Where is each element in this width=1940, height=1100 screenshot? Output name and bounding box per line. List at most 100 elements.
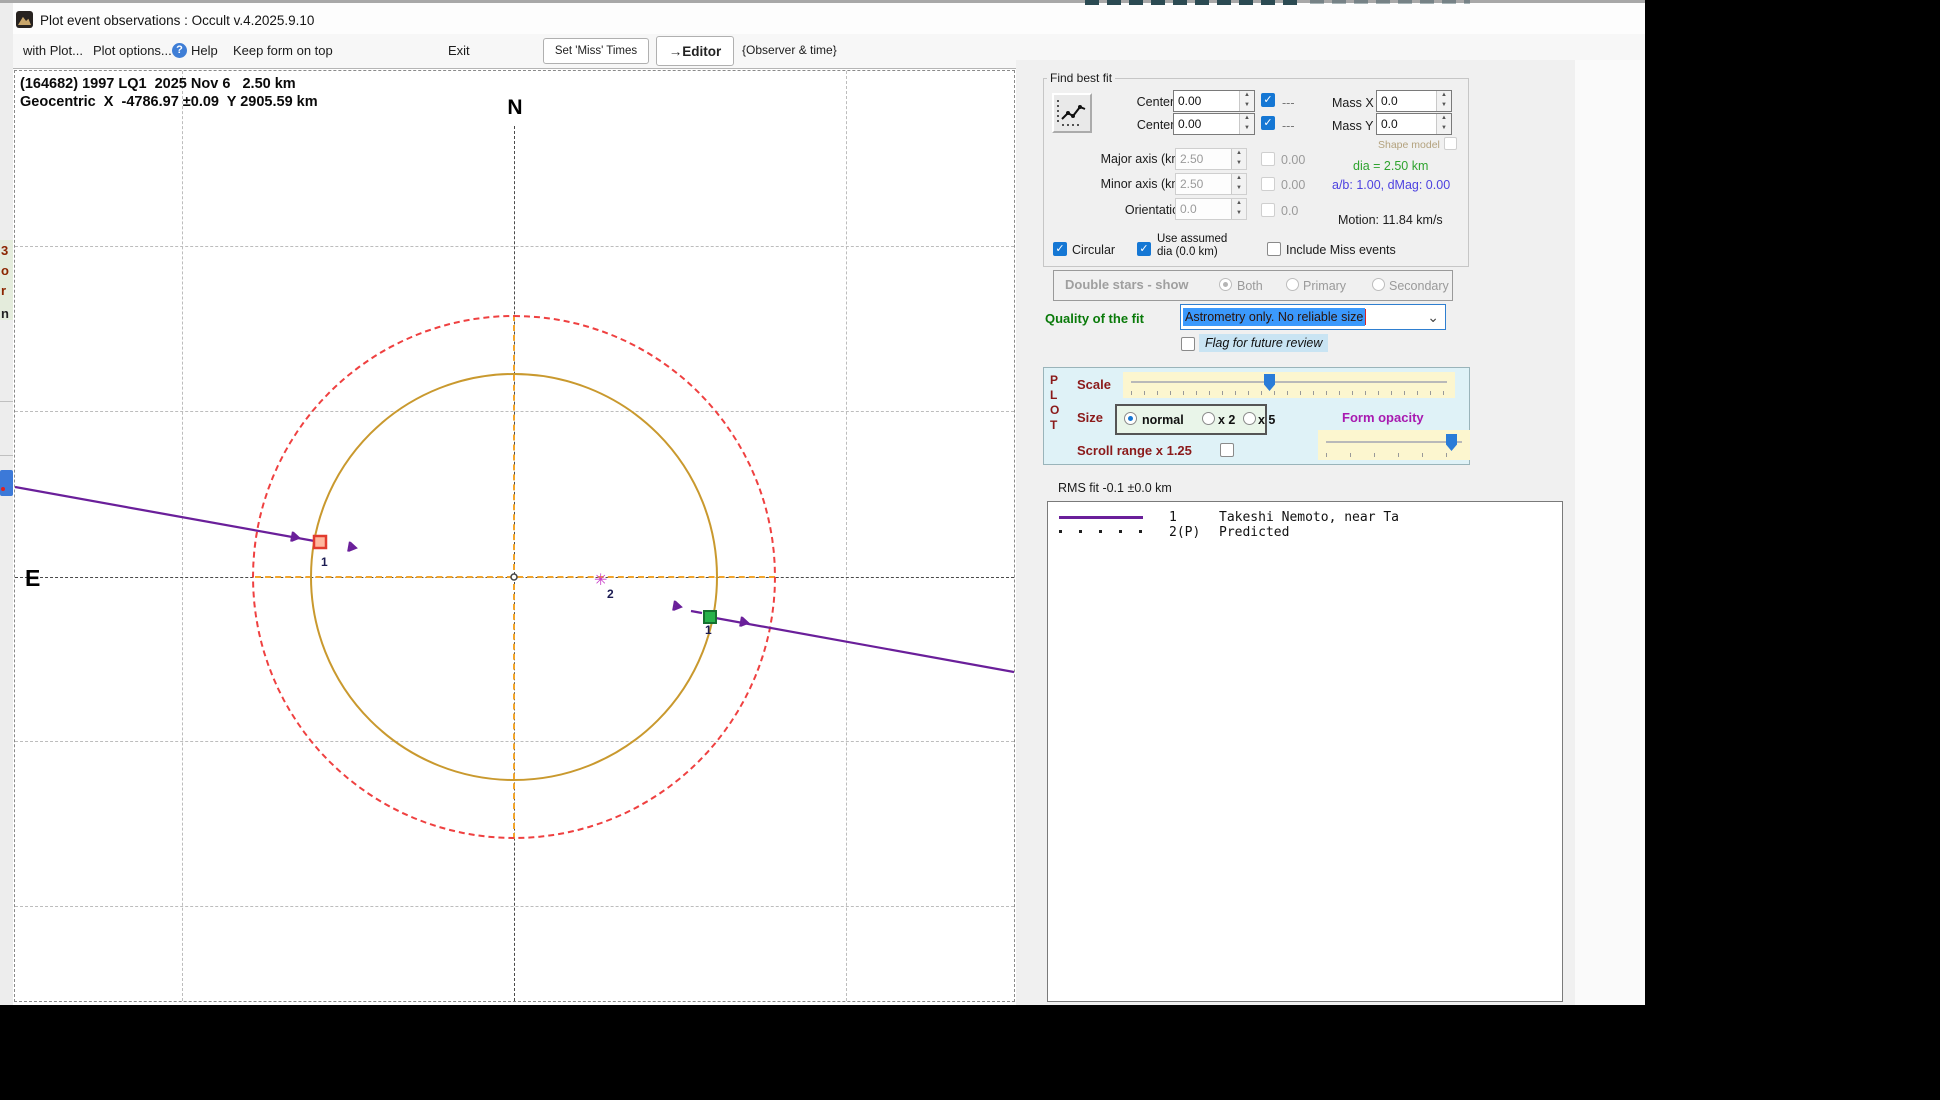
text-caret	[1365, 309, 1367, 325]
chord1-label: 1	[705, 623, 712, 637]
include-miss-checkbox[interactable]	[1267, 242, 1281, 256]
menu-exit[interactable]: Exit	[448, 43, 470, 58]
observation-number: 2(P)	[1169, 525, 1201, 540]
radio-both[interactable]	[1219, 278, 1232, 291]
center-x-checkbox[interactable]: ✓	[1261, 93, 1275, 107]
form-opacity-slider[interactable]	[1318, 430, 1470, 460]
circular-checkbox[interactable]: ✓	[1053, 242, 1067, 256]
shape-model-checkbox[interactable]	[1444, 137, 1457, 150]
slider-ticks	[1326, 453, 1462, 457]
error-bar-arrow-icon	[672, 600, 683, 611]
minor-axis-checkbox[interactable]	[1261, 177, 1275, 191]
spin-up-icon[interactable]: ▲	[1232, 174, 1246, 184]
plot-canvas[interactable]: 1 1 ✳ 2 (164682) 1997 LQ1 2025 Nov 6 2.5…	[14, 70, 1015, 1002]
plot-letter-t: T	[1050, 418, 1058, 432]
spin-down-icon[interactable]: ▼	[1240, 124, 1254, 134]
reappearance-marker[interactable]	[703, 610, 717, 624]
menu-help[interactable]: Help	[191, 43, 218, 58]
use-assumed-checkbox[interactable]: ✓	[1137, 242, 1151, 256]
center-y-input[interactable]: 0.00 ▲ ▼	[1173, 113, 1255, 135]
size-x2-radio[interactable]	[1202, 412, 1215, 425]
scroll-range-checkbox[interactable]	[1220, 443, 1234, 457]
menu-keep-form-on-top[interactable]: Keep form on top	[233, 43, 333, 58]
quality-combobox[interactable]: Astrometry only. No reliable size ⌄	[1180, 304, 1446, 330]
menu-with-plot[interactable]: with Plot...	[23, 43, 83, 58]
mass-y-label: Mass Y	[1332, 119, 1374, 133]
chart-icon	[1057, 100, 1086, 126]
disappearance-marker[interactable]	[312, 534, 328, 550]
mass-y-value: 0.0	[1381, 117, 1398, 131]
quality-value: Astrometry only. No reliable size	[1183, 308, 1366, 326]
flag-review-checkbox[interactable]	[1181, 337, 1195, 351]
mass-x-input[interactable]: 0.0 ▲ ▼	[1376, 90, 1452, 112]
major-axis-checkbox[interactable]	[1261, 152, 1275, 166]
app-icon	[16, 11, 33, 28]
spin-up-icon[interactable]: ▲	[1437, 114, 1451, 124]
spin-up-icon[interactable]: ▲	[1240, 114, 1254, 124]
error-bar-arrow-icon	[739, 616, 750, 627]
size-normal-radio[interactable]	[1124, 412, 1137, 425]
mass-x-spinner[interactable]: ▲ ▼	[1436, 91, 1451, 111]
fragment-text: 3	[1, 243, 9, 258]
mass-x-label: Mass X	[1332, 96, 1374, 110]
orientation-input[interactable]: 0.0 ▲ ▼	[1175, 198, 1247, 220]
spin-down-icon[interactable]: ▼	[1232, 184, 1246, 194]
orientation-spinner[interactable]: ▲ ▼	[1231, 199, 1246, 219]
slider-track[interactable]	[1326, 441, 1462, 443]
observer-time-label[interactable]: {Observer & time}	[742, 43, 837, 57]
spin-down-icon[interactable]: ▼	[1232, 159, 1246, 169]
fragment-text: n	[1, 306, 9, 321]
spin-up-icon[interactable]: ▲	[1232, 199, 1246, 209]
chord1-label: 1	[321, 555, 328, 569]
title-bar[interactable]: Plot event observations : Occult v.4.202…	[0, 3, 1645, 34]
major-axis-label: Major axis (km)	[1100, 152, 1186, 166]
plot-center-marker	[510, 573, 518, 581]
help-icon[interactable]: ?	[172, 43, 187, 58]
orientation-checkbox[interactable]	[1261, 203, 1275, 217]
radio-secondary[interactable]	[1372, 278, 1385, 291]
error-bar-arrow-icon	[347, 541, 358, 552]
major-axis-spinner[interactable]: ▲ ▼	[1231, 149, 1246, 169]
mass-y-input[interactable]: 0.0 ▲ ▼	[1376, 113, 1452, 135]
menu-plot-options[interactable]: Plot options...	[93, 43, 172, 58]
spin-up-icon[interactable]: ▲	[1240, 91, 1254, 101]
observations-list[interactable]: 1 Takeshi Nemoto, near Ta 2(P) Predicted	[1047, 501, 1563, 1002]
spin-up-icon[interactable]: ▲	[1437, 91, 1451, 101]
center-x-spinner[interactable]: ▲ ▼	[1239, 91, 1254, 111]
fit-panel: Find best fit Center X 0.00 ▲ ▼ ✓ --- Mas…	[1016, 60, 1645, 1005]
set-miss-times-button[interactable]: Set 'Miss' Times	[543, 38, 649, 64]
legend-line-solid	[1059, 516, 1143, 519]
fragment-text: r	[1, 283, 7, 298]
size-x5-radio[interactable]	[1243, 412, 1256, 425]
major-axis-input[interactable]: 2.50 ▲ ▼	[1175, 148, 1247, 170]
fit-chart-button[interactable]	[1052, 93, 1092, 133]
circular-label: Circular	[1072, 243, 1116, 257]
slider-thumb[interactable]	[1264, 374, 1275, 391]
fragment-text: o	[1, 263, 9, 278]
radio-primary-label: Primary	[1303, 279, 1347, 293]
editor-button[interactable]: →Editor	[656, 36, 734, 66]
spin-down-icon[interactable]: ▼	[1437, 101, 1451, 111]
chord1-dash	[690, 609, 703, 615]
center-y-dash: ---	[1282, 119, 1295, 133]
slider-thumb[interactable]	[1446, 434, 1457, 451]
minor-axis-input[interactable]: 2.50 ▲ ▼	[1175, 173, 1247, 195]
plot-letter-l: L	[1050, 388, 1058, 402]
radio-primary[interactable]	[1286, 278, 1299, 291]
size-label: Size	[1077, 410, 1104, 425]
chevron-down-icon[interactable]: ⌄	[1427, 309, 1439, 326]
center-x-input[interactable]: 0.00 ▲ ▼	[1173, 90, 1255, 112]
center-y-spinner[interactable]: ▲ ▼	[1239, 114, 1254, 134]
minor-axis-spinner[interactable]: ▲ ▼	[1231, 174, 1246, 194]
spin-down-icon[interactable]: ▼	[1437, 124, 1451, 134]
predicted-asterisk-icon: ✳	[594, 572, 607, 589]
major-axis-aux: 0.00	[1281, 153, 1306, 167]
mass-x-value: 0.0	[1381, 94, 1398, 108]
center-y-checkbox[interactable]: ✓	[1261, 116, 1275, 130]
spin-down-icon[interactable]: ▼	[1232, 209, 1246, 219]
scale-slider[interactable]	[1123, 372, 1455, 398]
slider-track[interactable]	[1131, 381, 1447, 383]
spin-up-icon[interactable]: ▲	[1232, 149, 1246, 159]
mass-y-spinner[interactable]: ▲ ▼	[1436, 114, 1451, 134]
spin-down-icon[interactable]: ▼	[1240, 101, 1254, 111]
